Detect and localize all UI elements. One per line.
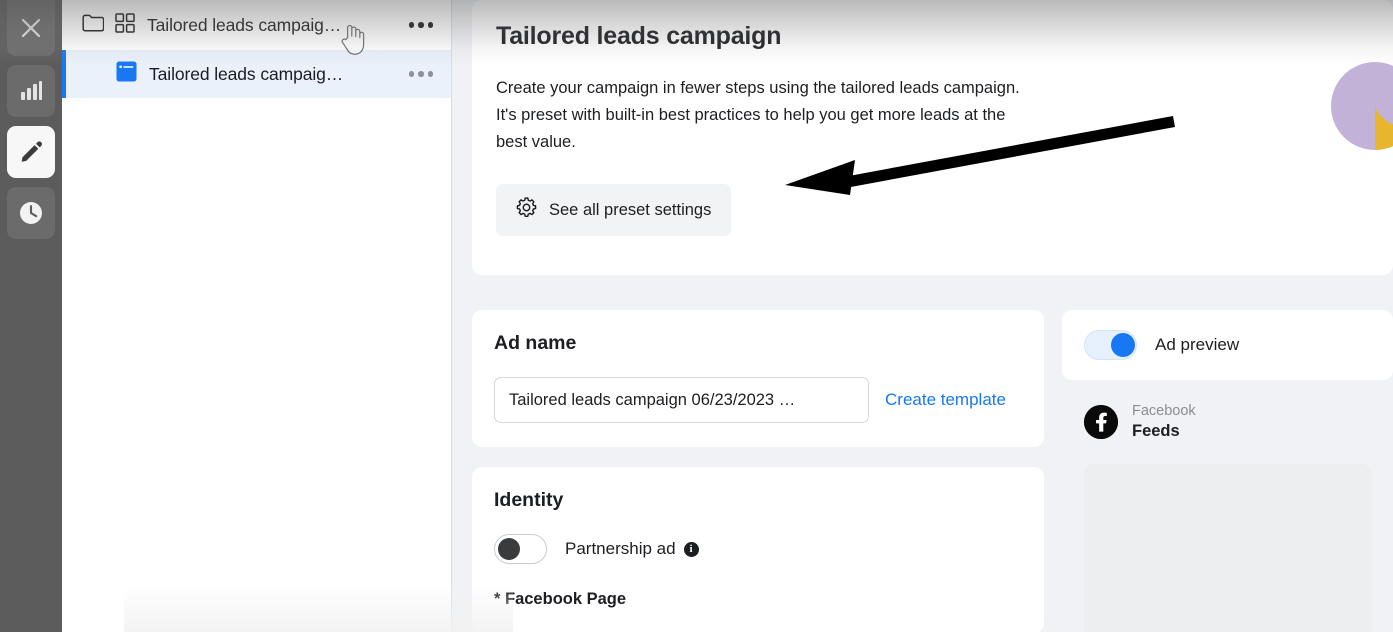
history-icon xyxy=(18,200,44,226)
ad-preview-toggle[interactable] xyxy=(1084,330,1137,360)
ad-preview-toggle-card: Ad preview xyxy=(1062,310,1393,380)
history-button[interactable] xyxy=(7,187,55,239)
ad-creative-icon xyxy=(116,61,137,87)
identity-heading: Identity xyxy=(494,489,564,511)
ad-name-heading: Ad name xyxy=(494,332,577,354)
partnership-ad-label-group: Partnership ad i xyxy=(565,539,699,559)
preview-platform-text: Facebook Feeds xyxy=(1132,402,1196,442)
close-button[interactable] xyxy=(7,0,55,56)
hero-description-line-3: best value. xyxy=(496,133,576,151)
page-title: Tailored leads campaign xyxy=(496,22,782,50)
campaign-tree-panel: Tailored leads campaig… Tailored leads c… xyxy=(62,0,513,632)
hero-description-line-2: It's preset with built-in best practices… xyxy=(496,106,1006,124)
main-scroll-region[interactable]: Tailored leads campaign Create your camp… xyxy=(452,0,1393,632)
ad-name-card: Ad name Tailored leads campaign 06/23/20… xyxy=(472,310,1044,447)
preview-platform-header: Facebook Feeds xyxy=(1084,402,1371,442)
preview-platform-name: Facebook xyxy=(1132,403,1196,419)
info-icon[interactable]: i xyxy=(683,541,699,557)
see-all-preset-settings-label: See all preset settings xyxy=(549,200,712,219)
analytics-button[interactable] xyxy=(7,65,55,117)
partnership-ad-toggle[interactable] xyxy=(494,534,547,564)
tree-row-icons xyxy=(82,12,135,38)
tree-row-overflow-menu[interactable] xyxy=(405,65,438,83)
grid-icon xyxy=(115,12,135,38)
tree-row-campaign[interactable]: Tailored leads campaig… xyxy=(62,0,451,50)
tree-row-ad[interactable]: Tailored leads campaig… xyxy=(62,50,451,98)
facebook-page-label: * Facebook Page xyxy=(494,590,627,608)
edit-icon xyxy=(18,139,44,165)
tree-row-label: Tailored leads campaig… xyxy=(149,63,344,84)
ad-name-field-row: Tailored leads campaign 06/23/2023 … Cre… xyxy=(494,377,1022,423)
close-icon xyxy=(18,15,44,41)
tree-row-overflow-menu[interactable] xyxy=(405,16,438,34)
gear-icon xyxy=(516,197,537,223)
hero-card: Tailored leads campaign Create your camp… xyxy=(472,0,1393,275)
see-all-preset-settings-button[interactable]: See all preset settings xyxy=(496,184,732,236)
ad-preview-label: Ad preview xyxy=(1155,335,1240,354)
tree-row-icons xyxy=(116,61,137,87)
create-template-link[interactable]: Create template xyxy=(885,390,1006,410)
hero-description-line-1: Create your campaign in fewer steps usin… xyxy=(496,79,1020,97)
toggle-knob xyxy=(1111,333,1135,357)
partnership-ad-row: Partnership ad i xyxy=(494,534,1022,564)
ad-name-input[interactable]: Tailored leads campaign 06/23/2023 … xyxy=(494,377,869,423)
folder-icon xyxy=(82,13,105,37)
app-root: Tailored leads campaig… Tailored leads c… xyxy=(0,0,1393,632)
settings-left-column: Ad name Tailored leads campaign 06/23/20… xyxy=(472,310,1044,632)
settings-columns: Ad name Tailored leads campaign 06/23/20… xyxy=(472,275,1393,632)
partnership-ad-label: Partnership ad xyxy=(565,539,676,558)
edit-button[interactable] xyxy=(7,126,55,178)
ad-preview-toggle-row: Ad preview xyxy=(1084,330,1371,360)
identity-card: Identity Partnership ad i * Facebook Pag… xyxy=(472,467,1044,632)
toggle-knob xyxy=(498,538,520,560)
left-icon-rail xyxy=(0,0,62,632)
tree-row-label: Tailored leads campaig… xyxy=(147,14,342,35)
ad-preview-column: Ad preview Facebook Feeds xyxy=(1062,310,1393,632)
facebook-icon xyxy=(1084,405,1118,439)
preview-creative-placeholder xyxy=(1084,464,1371,632)
hero-description: Create your campaign in fewer steps usin… xyxy=(496,75,1126,156)
ad-preview-body: Facebook Feeds xyxy=(1062,380,1393,632)
preview-placement-name: Feeds xyxy=(1132,422,1180,440)
decorative-circle-graphic xyxy=(1327,62,1393,158)
analytics-icon xyxy=(19,80,43,102)
main-content: Tailored leads campaign Create your camp… xyxy=(452,0,1393,632)
